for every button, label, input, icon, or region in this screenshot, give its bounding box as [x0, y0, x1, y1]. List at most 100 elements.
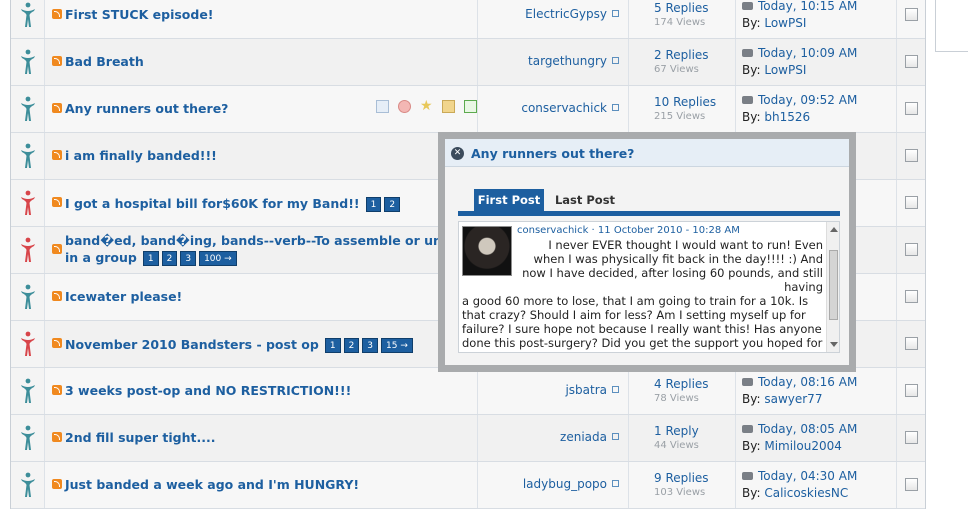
- select-checkbox[interactable]: [905, 384, 918, 397]
- scroll-thumb[interactable]: [829, 250, 838, 320]
- thread-title[interactable]: Bad Breath: [65, 54, 144, 69]
- rss-icon[interactable]: [52, 197, 62, 207]
- reply-count[interactable]: 1 Reply: [654, 424, 699, 438]
- scroll-down-icon[interactable]: [830, 342, 838, 347]
- external-link-icon[interactable]: [612, 433, 619, 440]
- thread-author[interactable]: ladybug_popo: [523, 477, 607, 491]
- thread-title-text[interactable]: I got a hospital bill for$60K for my Ban…: [65, 196, 360, 211]
- thread-author[interactable]: zeniada: [560, 430, 607, 444]
- page-link[interactable]: 3: [362, 338, 379, 353]
- thread-title-text[interactable]: Bad Breath: [65, 54, 144, 69]
- last-post-date[interactable]: Today, 10:15 AM: [758, 0, 857, 13]
- thread-author[interactable]: targethungry: [528, 54, 607, 68]
- page-link[interactable]: 15 →: [381, 338, 413, 353]
- post-scrollbar[interactable]: [826, 222, 839, 352]
- rss-icon[interactable]: [52, 56, 62, 66]
- thread-title[interactable]: November 2010 Bandsters - post op 1 2 3 15 →: [65, 336, 416, 353]
- post-meta[interactable]: conservachick · 11 October 2010 - 10:28 …: [517, 225, 740, 236]
- select-checkbox[interactable]: [905, 102, 918, 115]
- tab-last-post[interactable]: Last Post: [550, 189, 620, 211]
- thread-status-cell: [11, 321, 45, 367]
- thread-author[interactable]: jsbatra: [565, 383, 607, 397]
- note-icon[interactable]: [376, 100, 389, 113]
- thread-author[interactable]: conservachick: [521, 101, 607, 115]
- rss-icon[interactable]: [52, 291, 62, 301]
- star-icon[interactable]: ★: [420, 99, 433, 113]
- thread-title-text[interactable]: i am finally banded!!!: [65, 148, 217, 163]
- thread-title[interactable]: First STUCK episode!: [65, 7, 214, 22]
- scroll-up-icon[interactable]: [830, 227, 838, 232]
- select-checkbox[interactable]: [905, 431, 918, 444]
- thread-title-text[interactable]: band�ed, band�ing, bands--verb--To assem…: [65, 233, 461, 265]
- select-checkbox[interactable]: [905, 55, 918, 68]
- rss-icon[interactable]: [52, 103, 62, 113]
- thread-title[interactable]: band�ed, band�ing, bands--verb--To assem…: [65, 233, 465, 266]
- rss-icon[interactable]: [52, 9, 62, 19]
- preview-icon[interactable]: [464, 100, 477, 113]
- thread-title[interactable]: 3 weeks post-op and NO RESTRICTION!!!: [65, 383, 351, 398]
- select-checkbox[interactable]: [905, 243, 918, 256]
- last-post-date[interactable]: Today, 10:09 AM: [758, 46, 857, 60]
- page-link[interactable]: 1: [324, 338, 341, 353]
- last-poster[interactable]: bh1526: [764, 110, 810, 124]
- thread-title[interactable]: 2nd fill super tight....: [65, 430, 215, 445]
- thread-title[interactable]: Just banded a week ago and I'm HUNGRY!: [65, 477, 359, 492]
- thread-status-cell: [11, 462, 45, 508]
- last-post-date[interactable]: Today, 09:52 AM: [758, 93, 857, 107]
- last-poster[interactable]: sawyer77: [764, 392, 822, 406]
- select-checkbox[interactable]: [905, 290, 918, 303]
- thread-title-text[interactable]: First STUCK episode!: [65, 7, 214, 22]
- page-link[interactable]: 1: [142, 251, 159, 266]
- lock-icon[interactable]: [442, 100, 455, 113]
- select-cell: [896, 227, 927, 273]
- external-link-icon[interactable]: [612, 10, 619, 17]
- rss-icon[interactable]: [52, 385, 62, 395]
- thread-title-text[interactable]: 2nd fill super tight....: [65, 430, 215, 445]
- page-link[interactable]: 1: [365, 197, 382, 212]
- thread-title-text[interactable]: Any runners out there?: [65, 101, 228, 116]
- last-post-date[interactable]: Today, 08:16 AM: [758, 375, 857, 389]
- thread-title[interactable]: I got a hospital bill for$60K for my Ban…: [65, 195, 403, 212]
- rss-icon[interactable]: [52, 244, 62, 254]
- page-link[interactable]: 2: [384, 197, 401, 212]
- page-link[interactable]: 2: [343, 338, 360, 353]
- thread-title-text[interactable]: Icewater please!: [65, 289, 182, 304]
- external-link-icon[interactable]: [612, 57, 619, 64]
- page-link[interactable]: 2: [161, 251, 178, 266]
- thread-title[interactable]: Icewater please!: [65, 289, 182, 304]
- rss-icon[interactable]: [52, 338, 62, 348]
- thread-title[interactable]: Any runners out there?: [65, 101, 228, 116]
- last-poster[interactable]: CalicoskiesNC: [764, 486, 848, 500]
- page-link[interactable]: 100 →: [199, 251, 237, 266]
- select-checkbox[interactable]: [905, 196, 918, 209]
- select-checkbox[interactable]: [905, 149, 918, 162]
- rss-icon[interactable]: [52, 479, 62, 489]
- last-poster[interactable]: LowPSI: [764, 16, 806, 30]
- thread-author[interactable]: ElectricGypsy: [525, 7, 607, 21]
- thread-title-text[interactable]: Just banded a week ago and I'm HUNGRY!: [65, 477, 359, 492]
- external-link-icon[interactable]: [612, 386, 619, 393]
- external-link-icon[interactable]: [612, 480, 619, 487]
- last-poster[interactable]: LowPSI: [764, 63, 806, 77]
- reply-count[interactable]: 10 Replies: [654, 95, 716, 109]
- thread-title[interactable]: i am finally banded!!!: [65, 148, 217, 163]
- rss-icon[interactable]: [52, 432, 62, 442]
- external-link-icon[interactable]: [612, 104, 619, 111]
- reply-count[interactable]: 9 Replies: [654, 471, 709, 485]
- page-link[interactable]: 3: [180, 251, 197, 266]
- last-poster[interactable]: Mimilou2004: [764, 439, 842, 453]
- tab-first-post[interactable]: First Post: [474, 189, 544, 211]
- thread-title-text[interactable]: November 2010 Bandsters - post op: [65, 337, 319, 352]
- reply-count[interactable]: 4 Replies: [654, 377, 709, 391]
- last-post-date[interactable]: Today, 08:05 AM: [758, 422, 857, 436]
- reply-count[interactable]: 2 Replies: [654, 48, 709, 62]
- last-post-date[interactable]: Today, 04:30 AM: [758, 469, 857, 483]
- select-checkbox[interactable]: [905, 478, 918, 491]
- close-icon[interactable]: ✕: [451, 147, 464, 160]
- rss-icon[interactable]: [52, 150, 62, 160]
- reply-count[interactable]: 5 Replies: [654, 1, 709, 15]
- select-checkbox[interactable]: [905, 8, 918, 21]
- select-checkbox[interactable]: [905, 337, 918, 350]
- block-icon[interactable]: [398, 100, 411, 113]
- thread-title-text[interactable]: 3 weeks post-op and NO RESTRICTION!!!: [65, 383, 351, 398]
